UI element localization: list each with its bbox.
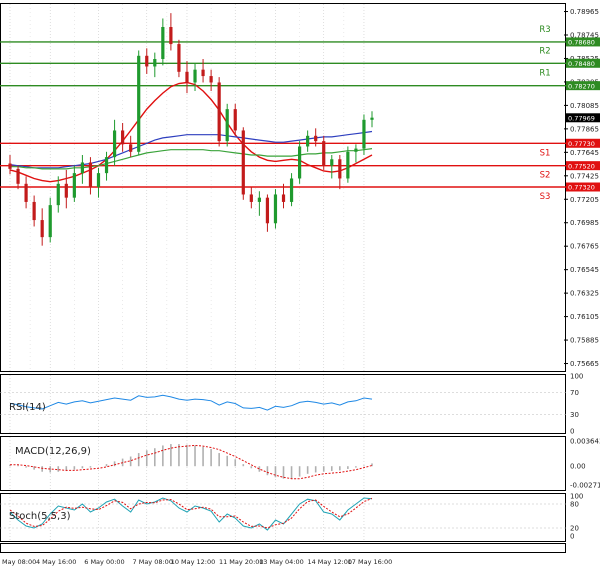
level-price-text-s1: 0.77730 <box>568 140 595 148</box>
time-axis-label: 17 May 16:00 <box>348 558 393 566</box>
candle-body <box>217 82 221 142</box>
price-axis-label: 0.77865 <box>570 125 599 133</box>
level-price-text-s3: 0.77320 <box>568 184 595 192</box>
candle-body <box>48 205 52 238</box>
candle-body <box>322 141 326 166</box>
candle-body <box>121 130 125 145</box>
level-price-text-r3: 0.78680 <box>568 39 595 47</box>
time-axis-label: 7 May 08:00 <box>133 558 173 566</box>
candle-body <box>209 76 213 83</box>
rsi-axis-label: 0 <box>570 428 574 436</box>
rsi-axis-label: 30 <box>570 411 579 419</box>
candle-body <box>201 69 205 77</box>
candle-body <box>314 135 318 142</box>
price-axis-label: 0.78965 <box>570 8 599 16</box>
time-axis-label: 4 May 16:00 <box>36 558 76 566</box>
candle-body <box>16 168 20 184</box>
time-axis-label: 11 May 20:00 <box>219 558 264 566</box>
chart-svg: 0.789650.787450.785250.783050.780850.778… <box>0 0 600 573</box>
candle-body <box>289 178 294 202</box>
price-axis-label: 0.76765 <box>570 243 599 251</box>
price-axis-label: 0.75885 <box>570 337 599 345</box>
candle-body <box>185 71 189 83</box>
candle-body <box>96 173 101 187</box>
candle-body <box>145 55 149 67</box>
time-axis-label: 14 May 12:00 <box>307 558 352 566</box>
level-name-s1: S1 <box>540 148 551 158</box>
price-axis-label: 0.75665 <box>570 360 599 368</box>
candle-body <box>225 109 229 142</box>
candle-body <box>88 162 93 187</box>
candle-body <box>161 27 165 59</box>
stoch-axis-label: 20 <box>570 525 579 533</box>
candle-body <box>265 197 270 224</box>
time-axis-label: 3 May 08:00 <box>0 558 36 566</box>
candle-body <box>370 117 374 120</box>
rsi-title: RSI(14) <box>9 402 46 413</box>
candle-body <box>257 197 261 202</box>
candle-body <box>306 135 310 147</box>
price-axis-label: 0.77645 <box>570 149 599 157</box>
candle-body <box>104 157 109 174</box>
candle-body <box>137 55 141 152</box>
stoch-title: Stoch(5,5,3) <box>9 511 71 522</box>
trading-chart: 0.789650.787450.785250.783050.780850.778… <box>0 0 600 573</box>
candle-body <box>330 159 334 166</box>
candle-body <box>80 162 84 174</box>
stoch-axis-label: 80 <box>570 501 579 509</box>
rsi-axis-label: 100 <box>570 373 583 381</box>
price-axis-label: 0.78085 <box>570 102 599 110</box>
candle-body <box>40 220 44 238</box>
level-price-text-r1: 0.78270 <box>568 82 595 90</box>
price-axis-label: 0.77425 <box>570 172 599 180</box>
price-axis-label: 0.76105 <box>570 313 599 321</box>
level-name-r1: R1 <box>539 69 550 79</box>
candle-body <box>281 194 286 202</box>
price-axis-label: 0.77205 <box>570 196 599 204</box>
current-price-text: 0.77969 <box>568 114 595 122</box>
candle-body <box>129 144 133 152</box>
candle-body <box>112 130 117 158</box>
stoch-axis-label: 100 <box>570 493 583 501</box>
candle-body <box>177 44 181 72</box>
candle-body <box>249 194 253 202</box>
candle-body <box>193 69 197 83</box>
candle-body <box>362 119 366 149</box>
time-axis-label: 10 May 12:00 <box>171 558 216 566</box>
time-axis-label: 6 May 00:00 <box>84 558 124 566</box>
level-name-s2: S2 <box>540 171 551 181</box>
candle-body <box>233 109 237 131</box>
level-price-text-s2: 0.77520 <box>568 162 595 170</box>
candle-body <box>64 183 68 198</box>
candle-body <box>24 183 28 202</box>
candle-body <box>8 163 12 169</box>
stoch-axis-label: 0 <box>570 533 574 541</box>
level-name-r3: R3 <box>539 25 550 35</box>
price-axis-label: 0.76545 <box>570 266 599 274</box>
rsi-axis-label: 70 <box>570 389 579 397</box>
candle-body <box>72 173 76 198</box>
candle-body <box>153 59 157 67</box>
macd-title: MACD(12,26,9) <box>15 446 91 457</box>
price-axis-label: 0.76325 <box>570 290 599 298</box>
level-name-r2: R2 <box>539 46 550 56</box>
candle-body <box>354 148 358 152</box>
macd-axis-label: 0.00 <box>570 463 586 471</box>
macd-axis-label: 0.003643 <box>570 438 600 446</box>
candle-body <box>56 183 60 206</box>
candle-body <box>346 151 350 179</box>
macd-axis-label: -0.002716 <box>570 482 600 490</box>
candle-body <box>273 194 278 224</box>
candle-body <box>169 27 173 45</box>
level-name-s3: S3 <box>540 192 551 202</box>
price-axis-label: 0.76985 <box>570 219 599 227</box>
time-axis-label: 13 May 04:00 <box>259 558 304 566</box>
candle-body <box>241 130 245 195</box>
level-price-text-r2: 0.78480 <box>568 60 595 68</box>
candle-body <box>338 159 342 179</box>
candle-body <box>32 201 36 221</box>
candle-body <box>298 146 302 179</box>
